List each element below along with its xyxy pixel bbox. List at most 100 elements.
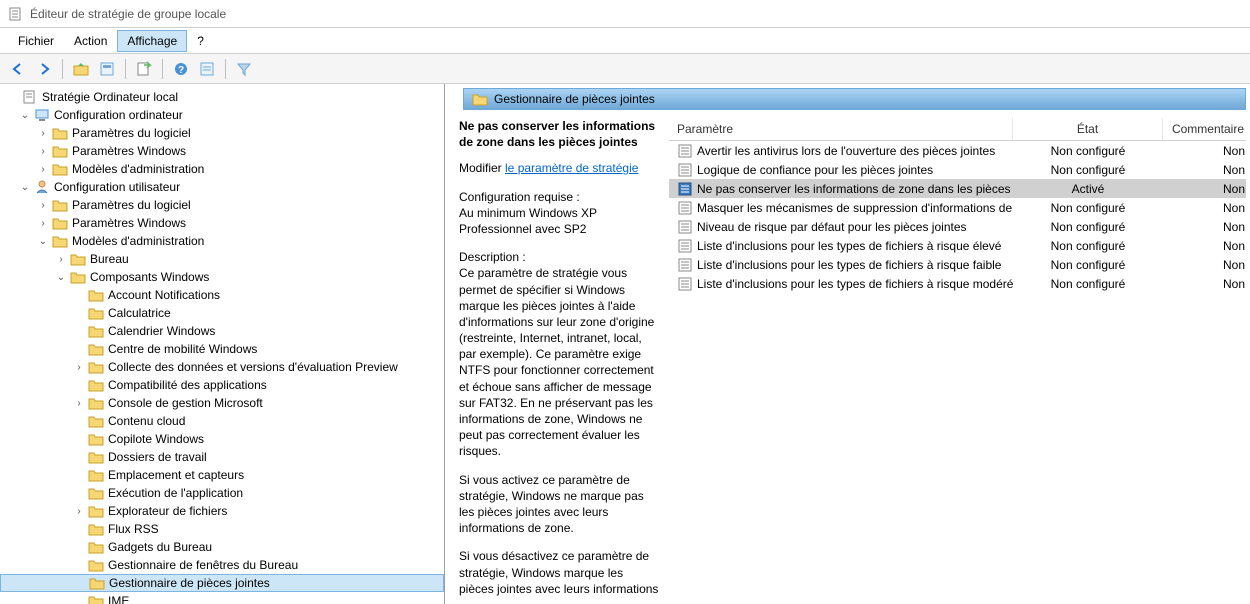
settings-header: Paramètre État Commentaire [669,118,1246,141]
column-header-param[interactable]: Paramètre [669,118,1013,140]
twisty-collapsed-icon[interactable]: › [36,162,50,176]
tree-item-calc[interactable]: Calculatrice [0,304,444,322]
tree-user-config[interactable]: ⌄ Configuration utilisateur [0,178,444,196]
twisty-icon[interactable] [6,90,20,104]
tree-uc-software[interactable]: ›Paramètres du logiciel [0,196,444,214]
folder-icon [88,413,104,429]
tree-item-location[interactable]: Emplacement et capteurs [0,466,444,484]
tree-item-ime[interactable]: IME [0,592,444,604]
description-label: Description : [459,249,661,265]
export-button[interactable] [132,57,156,81]
tree-item-data-collect[interactable]: ›Collecte des données et versions d'éval… [0,358,444,376]
settings-row[interactable]: Logique de confiance pour les pièces joi… [669,160,1246,179]
menu-view[interactable]: Affichage [117,30,187,52]
back-button[interactable] [6,57,30,81]
tree-item-attachment-mgr[interactable]: Gestionnaire de pièces jointes [0,574,444,592]
settings-row[interactable]: Liste d'inclusions pour les types de fic… [669,255,1246,274]
twisty-none [73,576,87,590]
tree-item-cloud[interactable]: Contenu cloud [0,412,444,430]
menu-help[interactable]: ? [187,30,214,52]
cell-state: Non configuré [1013,144,1163,158]
details-button[interactable] [195,57,219,81]
tree-uc-windows[interactable]: › Paramètres Windows [0,214,444,232]
cell-comment: Non [1163,277,1246,291]
tree-uc-admin[interactable]: ⌄Modèles d'administration [0,232,444,250]
tree-label: Calculatrice [108,306,171,320]
edit-policy-link[interactable]: le paramètre de stratégie [505,161,638,175]
folder-icon [88,521,104,537]
edit-prefix: Modifier [459,161,505,175]
twisty-collapsed-icon[interactable]: › [72,360,86,374]
policy-item-icon [677,162,693,178]
cell-comment: Non [1163,220,1246,234]
folder-open-icon [70,269,86,285]
tree-cc-windows[interactable]: ›Paramètres Windows [0,142,444,160]
twisty-collapsed-icon[interactable]: › [36,216,50,230]
folder-icon [52,215,68,231]
folder-icon [88,593,104,604]
tree-item-work-folders[interactable]: Dossiers de travail [0,448,444,466]
tree-item-ms-console[interactable]: › Console de gestion Microsoft [0,394,444,412]
tree-pane[interactable]: Stratégie Ordinateur local ⌄ Configurati… [0,84,445,604]
twisty-expanded-icon[interactable]: ⌄ [36,234,50,248]
tree-win-components[interactable]: ⌄Composants Windows [0,268,444,286]
forward-button[interactable] [32,57,56,81]
settings-row[interactable]: Avertir les antivirus lors de l'ouvertur… [669,141,1246,160]
tree-item-app-exec[interactable]: Exécution de l'application [0,484,444,502]
settings-row[interactable]: Masquer les mécanismes de suppression d'… [669,198,1246,217]
folder-icon [70,251,86,267]
category-title: Gestionnaire de pièces jointes [494,92,655,106]
tree-item-account-notif[interactable]: Account Notifications [0,286,444,304]
settings-row[interactable]: Liste d'inclusions pour les types de fic… [669,274,1246,293]
tree-root[interactable]: Stratégie Ordinateur local [0,88,444,106]
tree-computer-config[interactable]: ⌄ Configuration ordinateur [0,106,444,124]
tree-item-mobility[interactable]: Centre de mobilité Windows [0,340,444,358]
folder-icon [88,467,104,483]
tree-cc-software[interactable]: ›Paramètres du logiciel [0,124,444,142]
twisty-expanded-icon[interactable]: ⌄ [18,180,32,194]
tree-label: Compatibilité des applications [108,378,267,392]
cell-state: Activé [1013,182,1163,196]
tree-label: Calendrier Windows [108,324,215,338]
tree-item-file-explorer[interactable]: ›Explorateur de fichiers [0,502,444,520]
twisty-none [72,450,86,464]
app-icon [8,6,24,22]
tree-cc-admin[interactable]: ›Modèles d'administration [0,160,444,178]
twisty-collapsed-icon[interactable]: › [36,198,50,212]
policy-item-icon [677,238,693,254]
tree-item-app-compat[interactable]: Compatibilité des applications [0,376,444,394]
help-button[interactable]: ? [169,57,193,81]
twisty-expanded-icon[interactable]: ⌄ [18,108,32,122]
menu-action[interactable]: Action [64,30,117,52]
twisty-collapsed-icon[interactable]: › [72,396,86,410]
settings-row[interactable]: Niveau de risque par défaut pour les piè… [669,217,1246,236]
folder-icon [52,161,68,177]
tree-desktop[interactable]: ›Bureau [0,250,444,268]
tree-item-copilot[interactable]: Copilote Windows [0,430,444,448]
twisty-collapsed-icon[interactable]: › [36,126,50,140]
cell-param: Liste d'inclusions pour les types de fic… [669,238,1013,254]
properties-button[interactable] [95,57,119,81]
tree-label: Centre de mobilité Windows [108,342,257,356]
twisty-collapsed-icon[interactable]: › [72,504,86,518]
settings-row[interactable]: Ne pas conserver les informations de zon… [669,179,1246,198]
tree-item-window-mgr[interactable]: Gestionnaire de fenêtres du Bureau [0,556,444,574]
twisty-collapsed-icon[interactable]: › [36,144,50,158]
folder-icon [52,125,68,141]
param-text: Liste d'inclusions pour les types de fic… [697,239,1001,253]
tree-item-calendar[interactable]: Calendrier Windows [0,322,444,340]
tree-item-gadgets[interactable]: Gadgets du Bureau [0,538,444,556]
tree-label: Paramètres Windows [72,216,186,230]
param-text: Masquer les mécanismes de suppression d'… [697,201,1013,215]
twisty-expanded-icon[interactable]: ⌄ [54,270,68,284]
tree-item-rss[interactable]: Flux RSS [0,520,444,538]
up-button[interactable] [69,57,93,81]
column-header-state[interactable]: État [1013,118,1163,140]
twisty-collapsed-icon[interactable]: › [54,252,68,266]
column-header-comment[interactable]: Commentaire [1163,118,1246,140]
filter-button[interactable] [232,57,256,81]
tree-label: Console de gestion Microsoft [108,396,263,410]
menu-file[interactable]: Fichier [8,30,64,52]
settings-row[interactable]: Liste d'inclusions pour les types de fic… [669,236,1246,255]
description-pane: Ne pas conserver les informations de zon… [449,118,669,600]
